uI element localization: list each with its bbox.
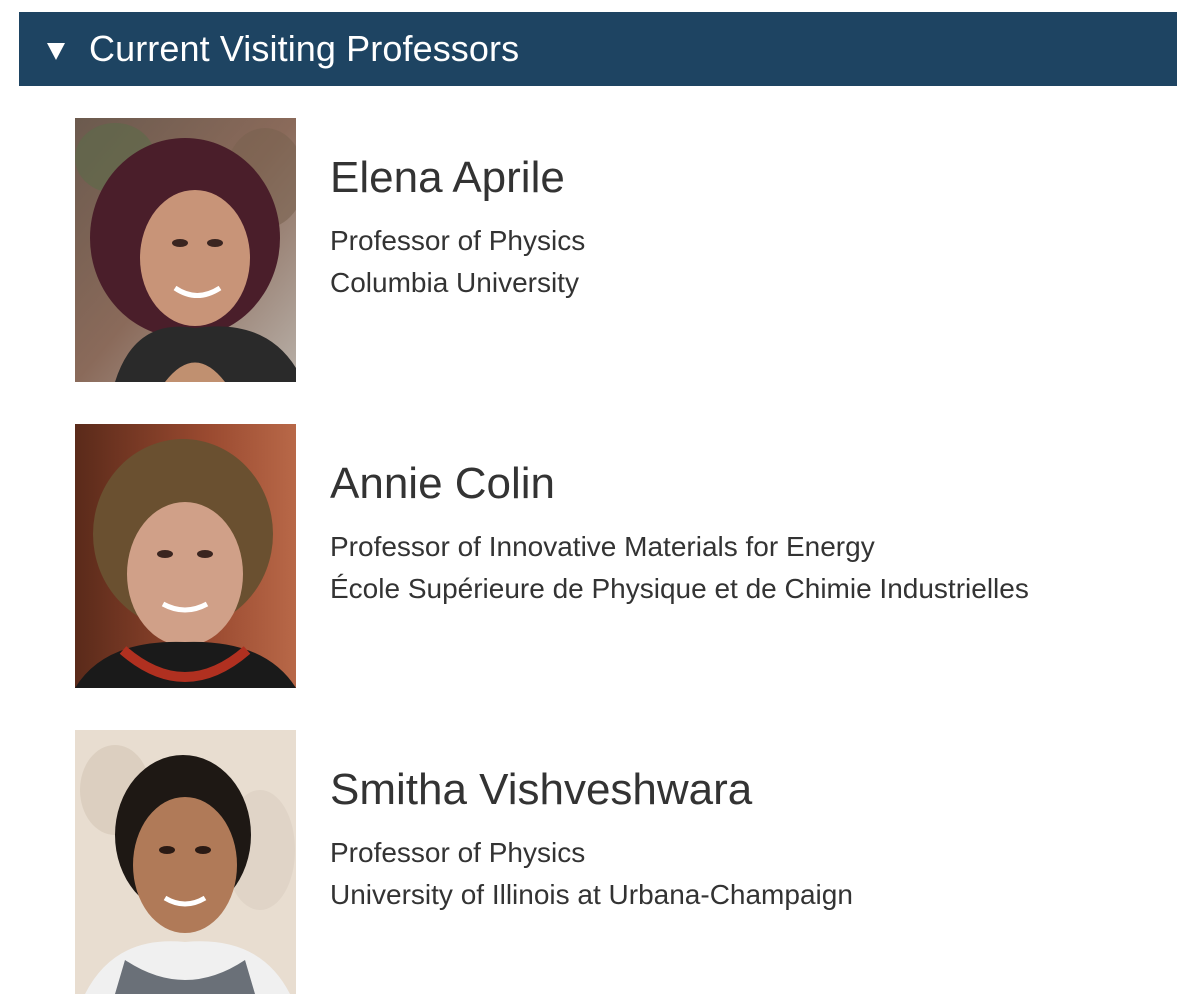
professor-info: Elena Aprile Professor of Physics Columb… xyxy=(330,152,585,304)
professor-info: Annie Colin Professor of Innovative Mate… xyxy=(330,458,1029,610)
portrait-image xyxy=(75,730,296,994)
professor-name: Elena Aprile xyxy=(330,153,565,202)
professor-info: Smitha Vishveshwara Professor of Physics… xyxy=(330,764,853,916)
portrait-image xyxy=(75,424,296,688)
professor-card: Smitha Vishveshwara Professor of Physics… xyxy=(75,730,1175,994)
accordion-header[interactable]: Current Visiting Professors xyxy=(19,12,1177,86)
professor-title: Professor of Physics xyxy=(330,225,586,256)
professor-title: Professor of Physics xyxy=(330,837,586,868)
professor-card: Elena Aprile Professor of Physics Columb… xyxy=(75,118,1175,382)
professor-title: Professor of Innovative Materials for En… xyxy=(330,531,875,562)
professor-name: Smitha Vishveshwara xyxy=(330,765,753,814)
triangle-down-icon[interactable] xyxy=(47,42,65,60)
professor-institution: École Supérieure de Physique et de Chimi… xyxy=(330,573,1029,604)
portrait-image xyxy=(75,118,296,382)
professor-institution: Columbia University xyxy=(330,267,579,298)
professor-institution: University of Illinois at Urbana-Champai… xyxy=(330,879,853,910)
professor-name: Annie Colin xyxy=(330,459,556,508)
professor-card: Annie Colin Professor of Innovative Mate… xyxy=(75,424,1175,688)
section-title: Current Visiting Professors xyxy=(89,28,520,69)
